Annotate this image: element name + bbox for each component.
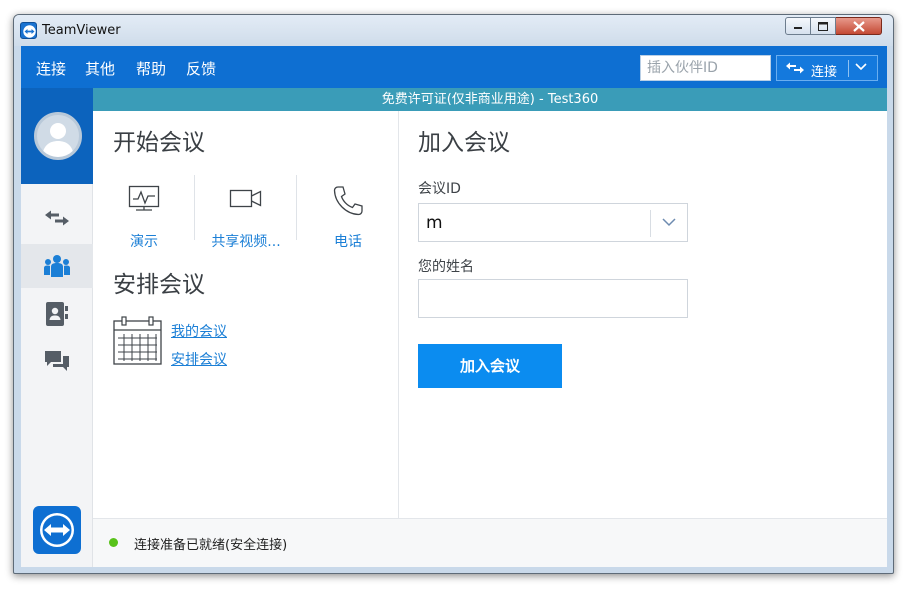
- start-meeting-title: 开始会议: [113, 130, 205, 156]
- maximize-icon: [818, 21, 828, 31]
- title-bar[interactable]: TeamViewer: [14, 15, 893, 46]
- partner-id-input[interactable]: 插入伙伴ID: [640, 55, 771, 81]
- menu-item-help[interactable]: 帮助: [136, 58, 166, 79]
- sidebar-item-chat[interactable]: [21, 340, 93, 384]
- license-banner: 免费许可证(仅非商业用途) - Test360: [93, 88, 887, 111]
- phone-icon: [333, 186, 363, 216]
- teamviewer-logo-icon: [40, 513, 74, 547]
- phone-tile[interactable]: 电话: [315, 185, 381, 251]
- close-button[interactable]: [836, 17, 882, 35]
- avatar[interactable]: [34, 112, 82, 160]
- status-indicator-dot: [109, 538, 118, 547]
- client-area: 连接 其他 帮助 反馈 插入伙伴ID 连接 免费许可证(仅非商业用途) - Te…: [21, 46, 887, 567]
- meeting-id-value[interactable]: m: [426, 213, 443, 233]
- meeting-actions-panel: 开始会议 演示 共享视频... 电话 安排会议 我的会议 安排会议: [93, 111, 399, 518]
- schedule-meeting-link[interactable]: 安排会议: [171, 349, 227, 369]
- user-avatar-icon: [42, 123, 74, 157]
- sidebar: [21, 184, 93, 567]
- maximize-button[interactable]: [811, 17, 836, 35]
- presentation-label: 演示: [130, 234, 158, 250]
- minimize-icon: [794, 27, 802, 29]
- combo-divider: [650, 210, 651, 237]
- presentation-tile[interactable]: 演示: [111, 185, 177, 251]
- presentation-icon: [128, 185, 160, 211]
- contacts-book-icon: [46, 302, 68, 326]
- sidebar-item-meeting[interactable]: [21, 244, 93, 288]
- meeting-id-label: 会议ID: [418, 181, 461, 197]
- teamviewer-app-icon: [20, 22, 37, 39]
- status-text: 连接准备已就绪(安全连接): [134, 538, 288, 553]
- teamviewer-logo[interactable]: [33, 506, 81, 554]
- chevron-down-icon[interactable]: [855, 63, 867, 71]
- minimize-button[interactable]: [785, 17, 811, 35]
- my-meetings-link[interactable]: 我的会议: [171, 321, 227, 341]
- swap-arrows-icon: [45, 210, 69, 226]
- join-meeting-panel: 加入会议 会议ID m 您的姓名 加入会议: [399, 111, 887, 518]
- swap-arrows-icon: [786, 62, 804, 74]
- chevron-down-icon[interactable]: [662, 218, 676, 227]
- share-video-label: 共享视频...: [211, 234, 281, 250]
- connect-button-label: 连接: [811, 65, 838, 80]
- menu-item-connect[interactable]: 连接: [36, 58, 66, 79]
- menu-item-other[interactable]: 其他: [85, 58, 115, 79]
- video-camera-icon: [229, 189, 262, 208]
- your-name-label: 您的姓名: [418, 259, 474, 275]
- connect-button-divider: [848, 60, 849, 77]
- tile-divider: [194, 175, 195, 240]
- teamviewer-window: TeamViewer 连接 其他 帮助 反馈 插入伙伴ID 连接 免费许可证(仅…: [13, 14, 894, 574]
- meeting-people-icon: [44, 255, 70, 277]
- calendar-icon: [113, 316, 162, 365]
- join-meeting-button[interactable]: 加入会议: [418, 344, 562, 388]
- share-video-tile[interactable]: 共享视频...: [205, 185, 287, 251]
- your-name-input[interactable]: [418, 279, 688, 318]
- status-bar: 连接准备已就绪(安全连接): [93, 518, 887, 567]
- schedule-meeting-title: 安排会议: [113, 272, 205, 298]
- menu-bar: 连接 其他 帮助 反馈 插入伙伴ID 连接: [21, 46, 887, 88]
- chat-bubbles-icon: [45, 351, 69, 371]
- phone-label: 电话: [334, 234, 362, 250]
- close-icon: [852, 20, 865, 32]
- meeting-id-combobox[interactable]: m: [418, 203, 688, 242]
- menu-item-feedback[interactable]: 反馈: [186, 58, 216, 79]
- connect-button[interactable]: 连接: [776, 55, 878, 81]
- sidebar-item-remote-control[interactable]: [21, 196, 93, 240]
- profile-area: [21, 88, 93, 184]
- join-meeting-title: 加入会议: [418, 130, 510, 156]
- window-title: TeamViewer: [42, 23, 121, 38]
- tile-divider: [296, 175, 297, 240]
- sidebar-item-contacts[interactable]: [21, 292, 93, 336]
